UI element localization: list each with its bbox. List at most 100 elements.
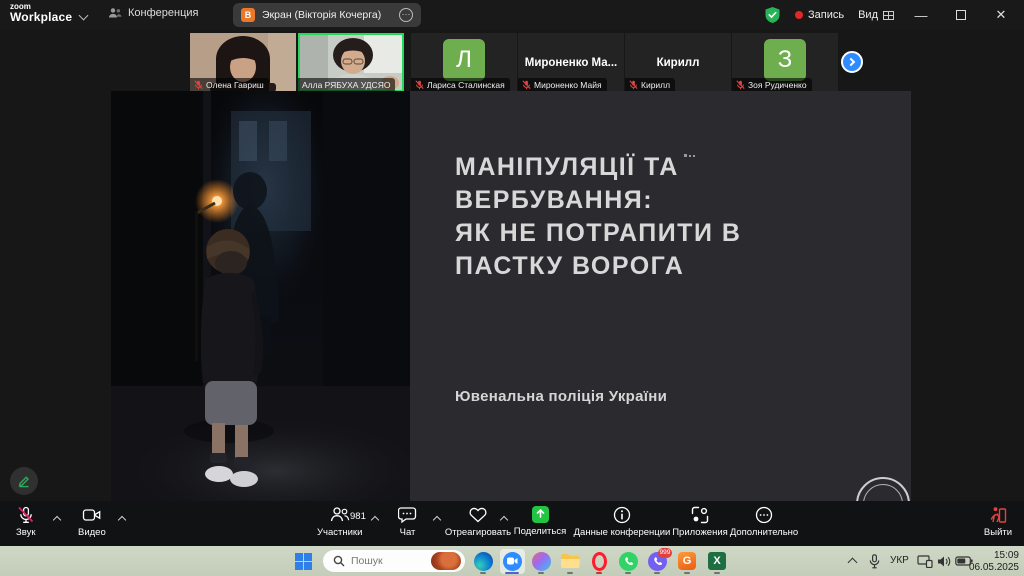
participant-name: Лариса Сталинская [427,80,505,90]
people-icon [108,7,122,19]
taskbar-edge[interactable] [473,551,493,571]
participant-tile[interactable]: Л Лариса Сталинская [411,33,517,92]
heart-icon [468,506,488,524]
taskbar-search[interactable]: Пошук [323,550,465,572]
taskbar-orange-app[interactable]: G [677,551,697,571]
view-grid-icon [883,11,894,20]
more-ellipsis-icon [755,506,773,524]
share-screen-label: Поделиться [514,526,566,537]
close-button[interactable]: ✕ [988,7,1014,23]
logo-line2: Workplace [10,11,72,23]
participant-avatar: Л [443,39,485,81]
share-screen-button[interactable]: Поделиться [505,506,575,537]
participant-name: Алла РЯБУХА УДСЯО [302,80,390,90]
muted-mic-icon [194,80,203,90]
view-button[interactable]: Вид [858,9,894,21]
participant-tile[interactable]: Олена Гавриш [190,33,296,92]
annotate-button[interactable] [10,467,38,495]
slide-subtitle: Ювенальна поліція України [455,388,667,405]
participant-tile[interactable]: З Зоя Рудиченко [732,33,838,92]
share-screen-icon [532,506,549,523]
restore-button[interactable] [956,10,966,20]
audio-button[interactable]: Звук [16,506,35,538]
participant-tile-active-speaker[interactable]: Алла РЯБУХА УДСЯО [298,33,404,92]
tab-shared-screen[interactable]: В Экран (Вікторія Кочерга) ⋯ [233,3,421,27]
meeting-info-button[interactable]: Данные конференции [567,506,677,538]
excel-running-indicator [714,572,720,574]
windows-logo-icon [295,553,312,570]
participant-name-tag: Алла РЯБУХА УДСЯО [298,78,395,92]
titlebar-right-controls: Запись Вид — ✕ [764,0,1024,30]
search-placeholder: Пошук [351,555,425,567]
workspace-chevron-icon[interactable] [79,11,89,21]
edge-running-indicator [480,572,486,574]
chevron-right-icon [847,58,855,66]
language-indicator[interactable]: УКР [890,555,909,566]
slide-title: МАНІПУЛЯЦІЇ ТА ВЕРБУВАННЯ: ЯК НЕ ПОТРАПИ… [455,151,741,283]
more-button[interactable]: Дополнительно [719,506,809,538]
leave-button[interactable]: Выйти [978,506,1018,538]
slide-title-line: ВЕРБУВАННЯ: [455,184,741,217]
tray-clock[interactable]: 15:09 06.05.2025 [969,550,1019,573]
video-label: Видео [78,527,106,538]
recording-indicator[interactable]: Запись [795,9,844,21]
participant-tile[interactable]: Мироненко Ма... Мироненко Майя [518,33,624,92]
participant-tile[interactable]: Кирилл Кирилл [625,33,731,92]
recording-label: Запись [808,9,844,21]
police-emblem-seal [856,477,910,501]
leave-meeting-icon [989,506,1007,524]
zoom-workplace-logo: zoom Workplace [10,3,72,23]
participant-name-tag: Лариса Сталинская [411,78,510,92]
participant-avatar: З [764,39,806,81]
apps-icon [691,506,709,524]
share-options-icon[interactable]: ⋯ [399,8,413,22]
taskbar-file-explorer[interactable] [560,551,580,571]
taskbar-zoom[interactable] [502,551,522,571]
zoom-meeting-window: zoom Workplace Конференция В Экран (Вікт… [0,0,1024,576]
muted-mic-icon [736,80,745,90]
info-icon [613,506,631,524]
tray-microphone[interactable] [864,551,884,571]
next-participants-button[interactable] [841,51,863,73]
camera-icon [82,506,102,524]
participant-name-tag: Кирилл [625,78,675,92]
tray-overflow-button[interactable] [842,551,862,571]
taskbar-copilot[interactable] [531,551,551,571]
participant-name: Олена Гавриш [206,80,264,90]
participants-count: 981 [350,511,366,522]
recording-dot-icon [795,11,803,19]
taskbar-opera[interactable] [589,551,609,571]
viber-unread-badge: 999 [658,548,673,558]
opera-icon [592,552,607,571]
taskbar-viber[interactable]: 999 [647,551,667,571]
participant-name-tag: Олена Гавриш [190,78,269,92]
orange-app-running-indicator [684,572,690,574]
participant-name-tag: Мироненко Майя [518,78,607,92]
tray-volume[interactable] [934,551,954,571]
slide-text-panel: МАНІПУЛЯЦІЇ ТА ВЕРБУВАННЯ: ЯК НЕ ПОТРАПИ… [410,91,911,501]
muted-mic-icon [629,80,638,90]
taskbar-whatsapp[interactable] [618,551,638,571]
tray-mic-icon [869,554,880,569]
start-button[interactable] [293,551,313,571]
chevron-up-icon [847,558,857,568]
participant-name: Кирилл [641,80,670,90]
tab-meeting[interactable]: Конференция [108,7,198,19]
muted-mic-icon [522,80,531,90]
security-shield-icon[interactable] [764,6,781,24]
participants-label: Участники [317,527,362,538]
chat-button[interactable]: Чат [398,506,417,538]
slide-title-line: ПАСТКУ ВОРОГА [455,250,741,283]
minimize-button[interactable]: — [908,8,934,23]
meeting-info-label: Данные конференции [574,527,671,538]
tray-date: 06.05.2025 [969,562,1019,574]
tray-cast[interactable] [915,551,935,571]
whatsapp-icon [619,552,638,571]
view-label: Вид [858,9,878,21]
participants-icon [330,506,350,524]
share-source-badge: В [241,8,255,22]
muted-mic-icon [415,80,424,90]
more-label: Дополнительно [730,527,798,538]
video-button[interactable]: Видео [78,506,106,538]
taskbar-excel[interactable]: X [707,551,727,571]
